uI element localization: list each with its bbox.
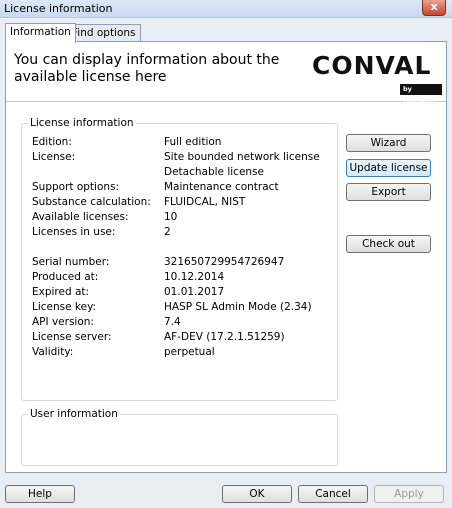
info-value: 2: [164, 226, 171, 238]
info-label: License key:: [32, 301, 97, 313]
tab-find-options[interactable]: Find options: [67, 24, 141, 42]
info-value: perpetual: [164, 346, 215, 358]
info-value: AF-DEV (17.2.1.51259): [164, 331, 285, 343]
info-label: Serial number:: [32, 256, 110, 268]
header-band: You can display information about the av…: [6, 42, 446, 104]
ok-button[interactable]: OK: [222, 485, 292, 503]
info-label: Available licenses:: [32, 211, 129, 223]
help-button[interactable]: Help: [5, 485, 75, 503]
info-value: 321650729954726947: [164, 256, 285, 268]
close-icon: x: [430, 0, 438, 13]
logo-wordmark: CONVAL: [312, 51, 432, 80]
info-value: Full edition: [164, 136, 222, 148]
logo-tagline: by F.I.R.S.T.: [400, 84, 442, 104]
export-button[interactable]: Export: [346, 183, 431, 201]
apply-button[interactable]: Apply: [374, 485, 444, 503]
info-label: Licenses in use:: [32, 226, 116, 238]
title-bar: License information x: [0, 0, 452, 18]
info-value: Detachable license: [164, 166, 264, 178]
close-button[interactable]: x: [422, 0, 446, 16]
info-value: HASP SL Admin Mode (2.34): [164, 301, 312, 313]
wizard-button[interactable]: Wizard: [346, 134, 431, 152]
license-info-title: License information: [28, 117, 136, 129]
info-value: FLUIDCAL, NIST: [164, 196, 246, 208]
info-value: 10: [164, 211, 178, 223]
info-value: 10.12.2014: [164, 271, 225, 283]
info-value: 01.01.2017: [164, 286, 225, 298]
info-label: Substance calculation:: [32, 196, 151, 208]
check-out-button[interactable]: Check out: [346, 235, 431, 253]
info-label: API version:: [32, 316, 94, 328]
info-label: Support options:: [32, 181, 120, 193]
info-value: 7.4: [164, 316, 181, 328]
info-label: Edition:: [32, 136, 72, 148]
header-description: You can display information about the av…: [14, 52, 280, 85]
user-info-group: User information: [21, 408, 338, 466]
info-label: Validity:: [32, 346, 74, 358]
update-license-button[interactable]: Update license: [346, 159, 431, 177]
information-panel: You can display information about the av…: [5, 41, 447, 473]
user-info-title: User information: [28, 408, 120, 420]
info-label: Expired at:: [32, 286, 90, 298]
cancel-button[interactable]: Cancel: [298, 485, 368, 503]
info-value: Maintenance contract: [164, 181, 279, 193]
license-info-group: License information Edition: Full editio…: [21, 117, 338, 401]
info-label: License:: [32, 151, 76, 163]
license-dialog: License information x Information Find o…: [0, 0, 452, 508]
window-title: License information: [4, 2, 113, 15]
info-label: Produced at:: [32, 271, 99, 283]
conval-logo: CONVAL by F.I.R.S.T.: [312, 51, 442, 104]
info-value: Site bounded network license: [164, 151, 320, 163]
tab-information[interactable]: Information: [5, 23, 76, 43]
info-label: License server:: [32, 331, 112, 343]
